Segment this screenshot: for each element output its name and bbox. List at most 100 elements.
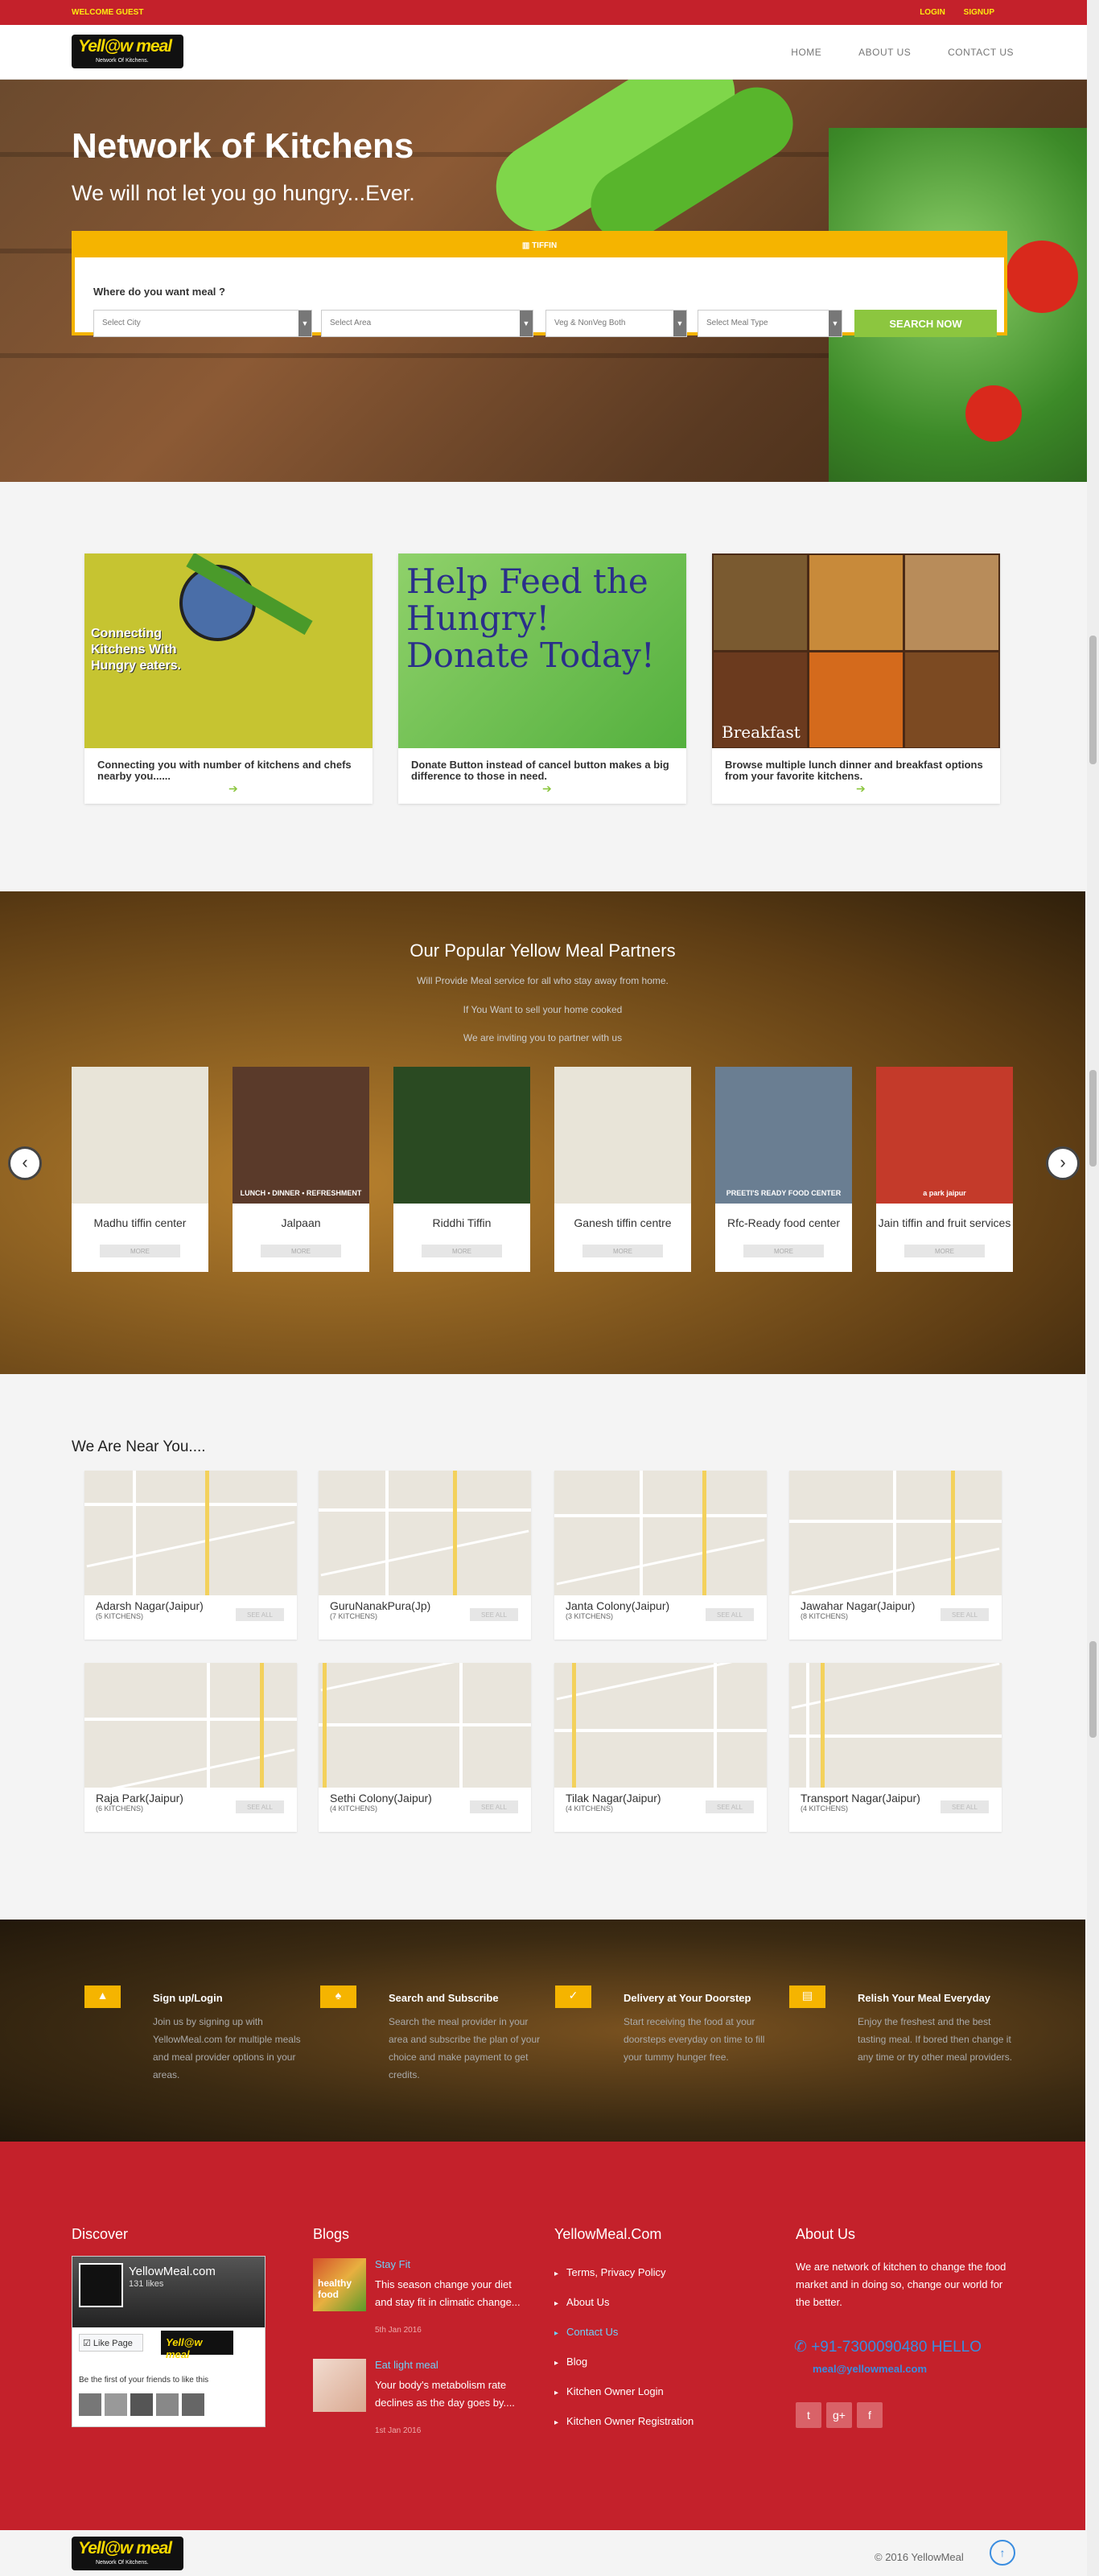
arrow-right-icon[interactable]: ➔ — [542, 782, 552, 796]
city-select[interactable]: Select City ▼ — [93, 310, 312, 337]
area-card[interactable]: GuruNanakPura(Jp) (7 KITCHENS) SEE ALL — [319, 1471, 531, 1640]
tab-tiffin[interactable]: ▥ TIFFIN — [75, 234, 1004, 257]
fb-page-name: YellowMeal.com — [129, 2265, 216, 2278]
footer-logo[interactable]: Yell@w meal Network Of Kitchens. — [72, 2537, 183, 2570]
area-card[interactable]: Sethi Colony(Jaipur) (4 KITCHENS) SEE ALL — [319, 1663, 531, 1832]
feature-card[interactable]: Help Feed the Hungry! Donate Today! Dona… — [398, 553, 686, 804]
email-link[interactable]: meal@yellowmeal.com — [813, 2363, 927, 2375]
area-card[interactable]: Tilak Nagar(Jaipur) (4 KITCHENS) SEE ALL — [554, 1663, 767, 1832]
veg-select[interactable]: Veg & NonVeg Both ▼ — [545, 310, 687, 337]
googleplus-icon[interactable]: g+ — [826, 2402, 852, 2428]
scrollbar[interactable] — [1087, 0, 1099, 2576]
area-map — [319, 1663, 531, 1788]
footer-link[interactable]: Contact Us — [554, 2318, 694, 2348]
phone-text: +91-7300090480 HELLO — [811, 2339, 982, 2356]
footer-link[interactable]: Kitchen Owner Registration — [554, 2407, 694, 2437]
see-all-button[interactable]: SEE ALL — [470, 1608, 518, 1621]
nav-home[interactable]: HOME — [791, 47, 821, 58]
search-icon: ♠ — [320, 1985, 356, 2008]
area-card[interactable]: Raja Park(Jaipur) (6 KITCHENS) SEE ALL — [84, 1663, 297, 1832]
footer-link[interactable]: Terms, Privacy Policy — [554, 2258, 694, 2288]
partner-more-button[interactable]: MORE — [904, 1245, 985, 1257]
feature-card[interactable]: Breakfast Browse multiple lunch dinner a… — [712, 553, 1000, 804]
login-link[interactable]: LOGIN — [920, 8, 945, 17]
feature-card[interactable]: Connecting Kitchens With Hungry eaters. … — [84, 553, 373, 804]
partner-more-button[interactable]: MORE — [261, 1245, 341, 1257]
area-card[interactable]: Adarsh Nagar(Jaipur) (5 KITCHENS) SEE ALL — [84, 1471, 297, 1640]
step-desc: Search the meal provider in your area an… — [389, 2016, 541, 2080]
partner-name: Jain tiffin and fruit services — [878, 1216, 1011, 1229]
partner-card[interactable]: a park jaipur Jain tiffin and fruit servi… — [876, 1067, 1013, 1272]
see-all-button[interactable]: SEE ALL — [706, 1608, 754, 1621]
partner-card[interactable]: LUNCH • DINNER • REFRESHMENT Jalpaan MORE — [233, 1067, 369, 1272]
scrollbar-thumb[interactable] — [1089, 1641, 1097, 1738]
chevron-down-icon: ▼ — [298, 311, 311, 336]
feature-text: Connecting you with number of kitchens a… — [97, 759, 352, 782]
arrow-right-icon[interactable]: ➔ — [856, 782, 866, 796]
partner-card[interactable]: Ganesh tiffin centre MORE — [554, 1067, 691, 1272]
footer-link[interactable]: Kitchen Owner Login — [554, 2377, 694, 2407]
avatar — [105, 2393, 127, 2416]
nav-contact[interactable]: CONTACT US — [948, 47, 1014, 58]
chevron-down-icon: ▼ — [829, 311, 842, 336]
signup-icon: ▲ — [84, 1985, 121, 2008]
partner-more-button[interactable]: MORE — [422, 1245, 502, 1257]
see-all-button[interactable]: SEE ALL — [470, 1800, 518, 1813]
area-card[interactable]: Janta Colony(Jaipur) (3 KITCHENS) SEE ALL — [554, 1471, 767, 1640]
area-card[interactable]: Jawahar Nagar(Jaipur) (8 KITCHENS) SEE ALL — [789, 1471, 1002, 1640]
facebook-icon[interactable]: f — [857, 2402, 883, 2428]
partner-more-button[interactable]: MORE — [100, 1245, 180, 1257]
facebook-widget[interactable]: YellowMeal.com 131 likes ☑ Like Page Yel… — [72, 2256, 265, 2427]
arrow-right-icon[interactable]: ➔ — [228, 782, 238, 796]
see-all-button[interactable]: SEE ALL — [236, 1800, 284, 1813]
footer-links: Terms, Privacy PolicyAbout UsContact UsB… — [554, 2258, 694, 2437]
city-select-value: Select City — [102, 319, 141, 327]
carousel-prev-button[interactable]: ‹ — [8, 1146, 42, 1180]
partner-card[interactable]: Riddhi Tiffin MORE — [393, 1067, 530, 1272]
step-desc: Enjoy the freshest and the best tasting … — [858, 2016, 1013, 2063]
back-to-top-button[interactable]: ↑ — [990, 2540, 1015, 2566]
feature-image-text: Help Feed the Hungry! Donate Today! — [406, 562, 655, 675]
meal-type-select[interactable]: Select Meal Type ▼ — [698, 310, 842, 337]
logo[interactable]: Yell@w meal Network Of Kitchens. — [72, 35, 183, 68]
footer-link[interactable]: About Us — [554, 2288, 694, 2318]
fb-friend-avatars — [79, 2393, 216, 2416]
area-card[interactable]: Transport Nagar(Jaipur) (4 KITCHENS) SEE A… — [789, 1663, 1002, 1832]
partner-card[interactable]: PREETI'S READY FOOD CENTER Rfc-Ready food… — [715, 1067, 852, 1272]
blog-desc: This season change your diet and stay fi… — [375, 2278, 521, 2308]
partner-image — [393, 1067, 530, 1204]
phone-number[interactable]: ✆ +91-7300090480 HELLO — [794, 2338, 982, 2356]
step-desc: Join us by signing up with YellowMeal.co… — [153, 2016, 301, 2080]
scrollbar-thumb[interactable] — [1089, 636, 1097, 764]
see-all-button[interactable]: SEE ALL — [236, 1608, 284, 1621]
blog-title[interactable]: Eat light meal — [375, 2359, 438, 2371]
scrollbar-thumb[interactable] — [1089, 1070, 1097, 1167]
partner-more-button[interactable]: MORE — [582, 1245, 663, 1257]
see-all-button[interactable]: SEE ALL — [706, 1800, 754, 1813]
delivery-icon: ✓ — [555, 1985, 591, 2008]
footer-link[interactable]: Blog — [554, 2348, 694, 2377]
area-kitchen-count: (8 KITCHENS) — [801, 1612, 849, 1620]
food-photo — [905, 555, 998, 650]
blog-title[interactable]: Stay Fit — [375, 2258, 410, 2270]
nav-about[interactable]: ABOUT US — [858, 47, 911, 58]
signup-link[interactable]: SIGNUP — [964, 8, 994, 17]
logo-tagline: Network Of Kitchens. — [96, 2560, 149, 2566]
partner-name: Riddhi Tiffin — [432, 1216, 492, 1229]
see-all-button[interactable]: SEE ALL — [941, 1800, 989, 1813]
fb-avatar — [79, 2263, 123, 2307]
phone-icon: ✆ — [794, 2339, 812, 2356]
twitter-icon[interactable]: t — [796, 2402, 821, 2428]
footer-discover-title: Discover — [72, 2226, 129, 2242]
carousel-next-button[interactable]: › — [1046, 1146, 1080, 1180]
see-all-button[interactable]: SEE ALL — [941, 1608, 989, 1621]
search-button[interactable]: SEARCH NOW — [854, 310, 997, 337]
step-title: Delivery at Your Doorstep — [624, 1992, 751, 2004]
feature-text: Donate Button instead of cancel button m… — [411, 759, 669, 782]
area-map — [789, 1663, 1002, 1788]
partner-name: Jalpaan — [281, 1216, 321, 1229]
area-select[interactable]: Select Area ▼ — [321, 310, 533, 337]
fb-like-button[interactable]: ☑ Like Page — [79, 2334, 143, 2352]
partner-card[interactable]: Madhu tiffin center MORE — [72, 1067, 208, 1272]
partner-more-button[interactable]: MORE — [743, 1245, 824, 1257]
